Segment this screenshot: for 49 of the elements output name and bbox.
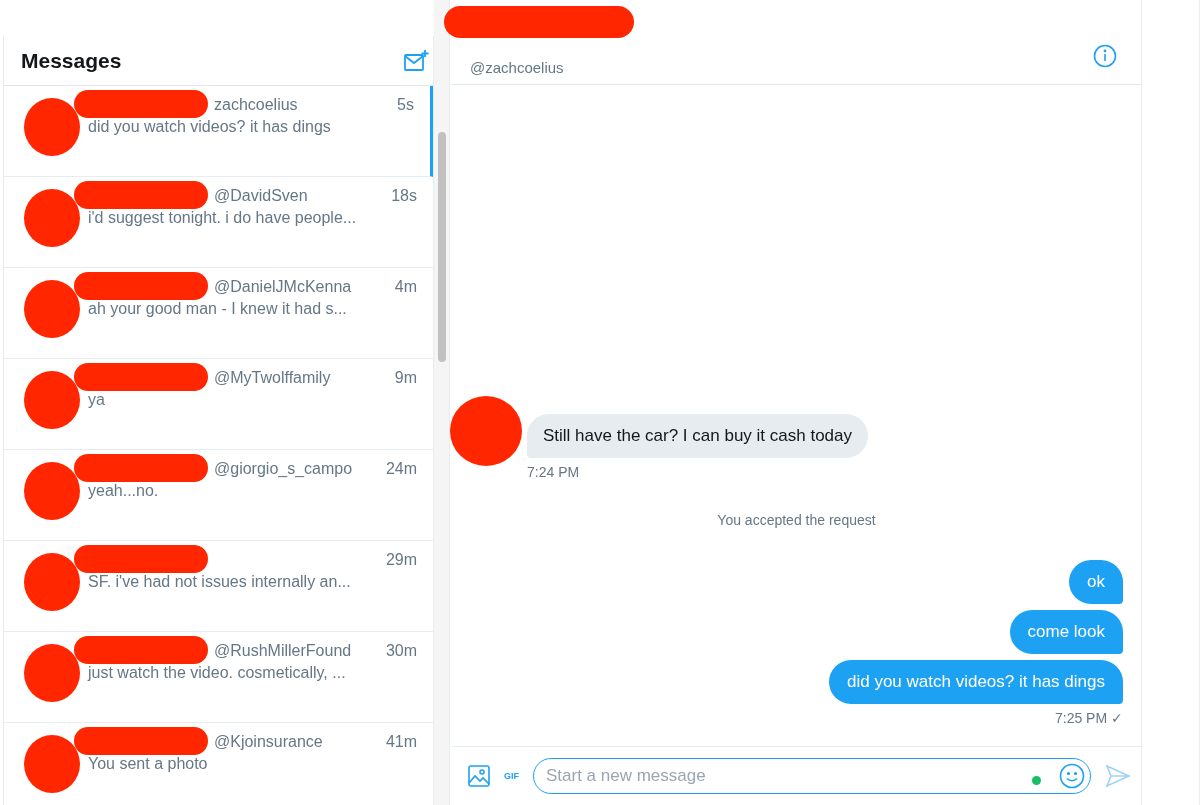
message-bubble: come look xyxy=(1009,610,1123,654)
message-input[interactable]: Start a new message xyxy=(533,758,1091,794)
new-message-icon[interactable] xyxy=(403,47,429,74)
user-handle: @RushMillerFound xyxy=(214,642,352,661)
conversation-item[interactable]: @DavidSven 18s i'd suggest tonight. i do have people... xyxy=(4,177,433,268)
send-icon[interactable] xyxy=(1105,764,1131,788)
gif-button[interactable]: GIF xyxy=(504,771,519,781)
emoji-icon[interactable] xyxy=(1059,763,1085,789)
user-handle: zachcoelius xyxy=(214,96,298,115)
message-preview: SF. i've had not issues internally an... xyxy=(88,573,352,591)
timestamp: 30m xyxy=(385,642,417,661)
timestamp: 41m xyxy=(385,733,417,752)
message-preview: ah your good man - I knew it had s... xyxy=(88,300,348,318)
message-preview: yeah...no. xyxy=(88,482,160,500)
timestamp: 7:25 PM ✓ xyxy=(1054,710,1123,726)
message-preview: did you watch videos? it has dings xyxy=(88,118,332,136)
message-preview: i'd suggest tonight. i do have people... xyxy=(88,209,358,227)
timestamp: 24m xyxy=(385,460,417,479)
user-handle: @giorgio_s_campo xyxy=(214,460,353,479)
info-icon[interactable] xyxy=(1093,44,1117,68)
conversation-item[interactable]: @MyTwolffamily 9m ya xyxy=(4,359,433,450)
panel-title: Messages xyxy=(21,48,122,73)
status-dot xyxy=(1032,776,1041,785)
conversation-item[interactable]: @DanielJMcKenna 4m ah your good man - I knew it had s... xyxy=(4,268,433,359)
scrollbar[interactable] xyxy=(434,0,450,805)
user-handle: @MyTwolffamily xyxy=(214,369,331,388)
image-icon[interactable] xyxy=(468,765,490,787)
user-handle: @DanielJMcKenna xyxy=(214,278,352,297)
timestamp: 4m xyxy=(394,278,417,297)
conversation-item[interactable]: @giorgio_s_campo 24m yeah...no. xyxy=(4,450,433,541)
message-preview: ya xyxy=(88,391,106,409)
conversation-item[interactable]: @Kjoinsurance 41m You sent a photo xyxy=(4,723,433,805)
conversation-item[interactable]: 29m SF. i've had not issues internally an... xyxy=(4,541,433,632)
message-preview: You sent a photo xyxy=(88,755,209,773)
user-handle: @DavidSven xyxy=(214,187,308,206)
timestamp: 5s xyxy=(397,96,414,115)
conversation-item[interactable]: zachcoelius 5s did you watch videos? it has dings xyxy=(4,86,433,177)
user-handle: @zachcoelius xyxy=(470,59,564,76)
timestamp: 29m xyxy=(385,551,417,570)
conversation-item[interactable]: @RushMillerFound 30m just watch the video. cosmetically, ... xyxy=(4,632,433,723)
user-handle: @Kjoinsurance xyxy=(214,733,323,752)
message-bubble: did you watch videos? it has dings xyxy=(829,660,1123,704)
message-preview: just watch the video. cosmetically, ... xyxy=(88,664,347,682)
timestamp: 9m xyxy=(394,369,417,388)
message-bubble: ok xyxy=(1069,560,1123,604)
message-bubble: Still have the car? I can buy it cash today xyxy=(527,414,868,458)
timestamp: 18s xyxy=(391,187,417,206)
system-notice: You accepted the request xyxy=(717,512,876,528)
timestamp: 7:24 PM xyxy=(527,464,580,480)
